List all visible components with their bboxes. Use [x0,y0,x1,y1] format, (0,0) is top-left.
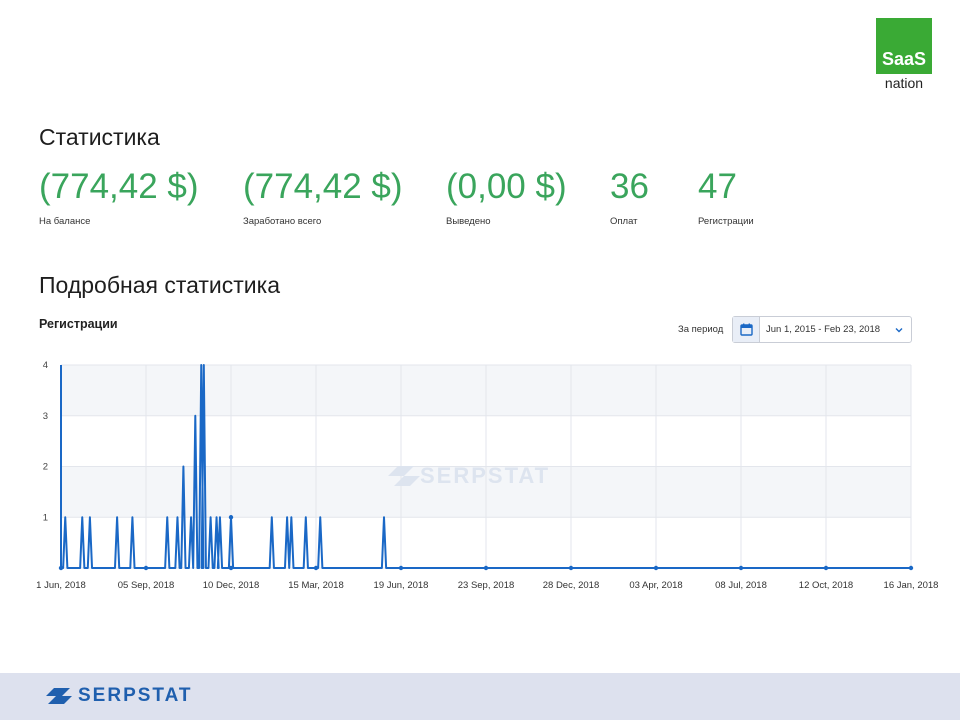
section-title-detailed: Подробная статистика [39,272,281,298]
series-marker [313,565,319,571]
x-tick-label: 12 Oct, 2018 [799,580,853,591]
series-marker [568,565,574,571]
stat-withdrawn: (0,00 $) Выведено [446,166,567,227]
chevron-down-icon[interactable] [891,322,907,338]
x-tick-label: 10 Dec, 2018 [203,580,260,591]
stat-label: На балансе [39,216,91,227]
y-tick-label: 4 [43,360,48,371]
saas-nation-logo: SaaS nation [876,18,932,91]
x-tick-label: 28 Dec, 2018 [543,580,600,591]
stat-value: (774,42 $) [39,167,199,206]
x-tick-label: 05 Sep, 2018 [118,580,175,591]
series-marker [58,565,64,571]
series-marker [738,565,744,571]
series-marker [143,565,149,571]
x-tick-label: 1 Jun, 2018 [36,580,86,591]
stat-value: (774,42 $) [243,167,403,206]
x-tick-label: 08 Jul, 2018 [715,580,767,591]
stat-value: 47 [698,167,737,206]
date-range-value[interactable]: Jun 1, 2015 - Feb 23, 2018 [766,324,891,335]
stat-value: 36 [610,167,649,206]
stat-payments: 36 Оплат [610,166,649,227]
stat-label: Заработано всего [243,216,322,227]
series-marker [908,565,914,571]
stat-value: (0,00 $) [446,167,567,206]
stat-balance: (774,42 $) На балансе [39,166,199,227]
x-tick-label: 19 Jun, 2018 [374,580,429,591]
chart-title: Регистрации [39,317,118,331]
section-title-stats: Статистика [39,124,160,150]
y-tick-label: 1 [43,512,48,523]
saas-badge-sub: nation [884,75,924,91]
stat-label: Оплат [610,216,638,227]
x-tick-label: 23 Sep, 2018 [458,580,515,591]
registrations-chart: SERPSTAT 1 2 3 4 1 Jun, 2018 05 Sep, 2018 10 … [36,360,938,591]
calendar-icon[interactable] [733,317,760,342]
series-marker [228,565,234,571]
x-tick-label: 03 Apr, 2018 [629,580,682,591]
series-marker [228,515,234,520]
serpstat-logo[interactable]: SERPSTAT [46,685,193,707]
stat-earned: (774,42 $) Заработано всего [243,166,403,227]
x-tick-label: 16 Jan, 2018 [884,580,939,591]
series-marker [398,565,404,571]
series-marker [653,565,659,571]
footer: SERPSTAT [0,673,960,720]
stat-label: Выведено [446,216,491,227]
date-range-picker[interactable]: Jun 1, 2015 - Feb 23, 2018 [732,316,912,343]
watermark-text: SERPSTAT [420,463,550,488]
stat-label: Регистрации [698,216,754,227]
series-marker [483,565,489,571]
period-label: За период [678,324,724,335]
y-axis-ticks: 1 2 3 4 [43,360,48,523]
y-tick-label: 2 [43,462,48,473]
x-tick-label: 15 Mar, 2018 [288,580,343,591]
saas-badge: SaaS [876,18,932,74]
serpstat-logo-icon [46,688,72,704]
stat-registrations: 47 Регистрации [698,166,754,227]
serpstat-logo-text: SERPSTAT [78,685,193,706]
y-tick-label: 3 [43,411,48,422]
series-marker [823,565,829,571]
stats-row: (774,42 $) На балансе (774,42 $) Заработ… [0,166,960,236]
x-axis-ticks: 1 Jun, 2018 05 Sep, 2018 10 Dec, 2018 15 Ma… [36,580,938,591]
